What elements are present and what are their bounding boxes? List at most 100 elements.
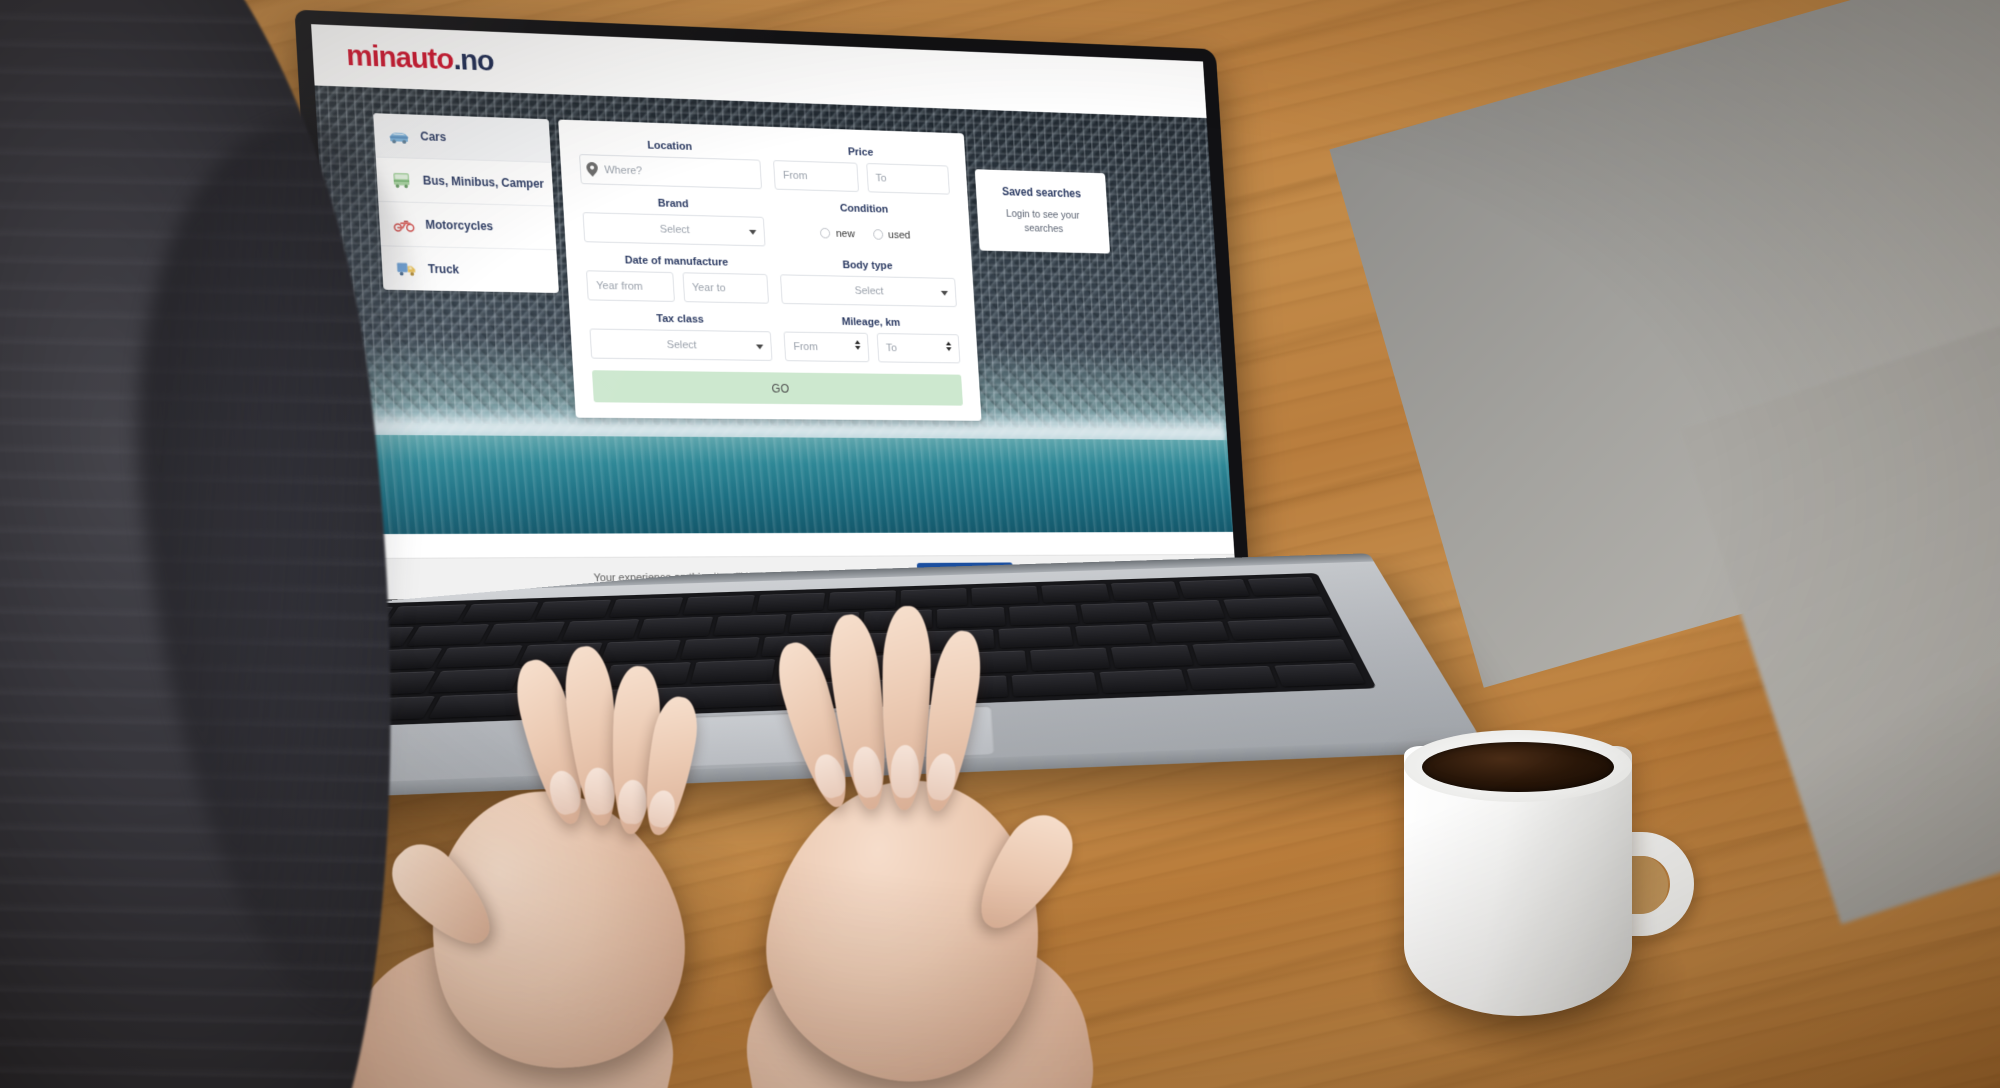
- body-type-label: Body type: [842, 259, 893, 273]
- fingernail: [617, 779, 648, 825]
- category-label: Truck: [427, 262, 460, 277]
- saved-searches-panel: Saved searches Login to see your searche…: [974, 169, 1111, 254]
- key: [535, 599, 612, 620]
- car-icon: [388, 126, 410, 144]
- bus-icon: [390, 171, 412, 189]
- price-from-input[interactable]: From: [773, 160, 859, 192]
- location-label: Location: [647, 139, 693, 153]
- hero-content: Cars Bus, Minibus, Camper Motorcycles Tr…: [315, 85, 1226, 422]
- price-label: Price: [847, 146, 874, 159]
- key: [1273, 662, 1366, 687]
- photo-scene: minauto.no Log In Register: [0, 0, 2000, 1088]
- language-selector[interactable]: EN: [1150, 126, 1198, 157]
- new-advert-button[interactable]: New advert: [1016, 119, 1141, 158]
- field-condition: Condition new used: [776, 201, 954, 251]
- right-hand: [700, 600, 1110, 1088]
- key: [1223, 596, 1331, 618]
- key: [1247, 577, 1320, 597]
- saved-searches-message: Login to see your searches: [1005, 208, 1080, 236]
- key: [609, 597, 684, 618]
- body-type-value: Select: [854, 284, 884, 297]
- price-to-placeholder: To: [875, 172, 887, 184]
- login-link[interactable]: Log In: [867, 124, 914, 139]
- condition-new-label: new: [835, 227, 856, 240]
- search-submit-button[interactable]: GO: [591, 370, 963, 406]
- brand-value: Select: [659, 223, 690, 236]
- condition-radio-new[interactable]: new: [820, 227, 856, 240]
- key: [561, 619, 639, 641]
- user-icon: [867, 125, 878, 137]
- tax-class-select[interactable]: Select: [589, 328, 773, 361]
- mileage-from-stepper[interactable]: From: [783, 331, 870, 363]
- category-label: Cars: [419, 129, 447, 145]
- fingernail: [890, 744, 920, 799]
- condition-used-label: used: [887, 229, 911, 241]
- login-label: Log In: [882, 125, 914, 139]
- chevron-down-icon: [748, 229, 757, 235]
- row-date-bodytype: Date of manufacture Year from Year to Bo…: [585, 254, 957, 308]
- field-location: Location Where?: [578, 138, 763, 190]
- field-price: Price From To: [772, 144, 950, 195]
- field-body-type: Body type Select: [779, 258, 957, 308]
- key: [1152, 600, 1225, 621]
- key: [1099, 668, 1188, 694]
- search-form: Location Where? Price From To Brand Sele…: [558, 119, 982, 421]
- row-taxclass-mileage: Tax class Select Mileage, km From To: [588, 312, 961, 364]
- year-from-input[interactable]: Year from: [585, 270, 675, 302]
- key: [1075, 623, 1152, 646]
- body-type-select[interactable]: Select: [780, 274, 957, 308]
- user-plus-icon: [936, 128, 949, 140]
- date-label: Date of manufacture: [624, 254, 729, 269]
- category-label: Bus, Minibus, Camper: [422, 173, 545, 191]
- key: [1187, 665, 1277, 690]
- tax-class-label: Tax class: [656, 313, 705, 326]
- logo-text-tld: .no: [452, 43, 495, 78]
- header-actions: Log In Register New advert: [842, 104, 1210, 168]
- register-label: Register: [954, 127, 996, 141]
- year-to-placeholder: Year to: [691, 281, 726, 294]
- category-item-cars[interactable]: Cars: [373, 113, 552, 163]
- condition-radio-group: new used: [777, 217, 954, 251]
- hero-forest-texture: [314, 85, 1227, 430]
- condition-label: Condition: [839, 202, 889, 216]
- stepper-arrows-icon[interactable]: [854, 340, 861, 350]
- hero-snow-shore: [332, 400, 1228, 450]
- right-finger-ring: [880, 605, 932, 811]
- year-to-input[interactable]: Year to: [681, 272, 770, 304]
- category-item-bus[interactable]: Bus, Minibus, Camper: [375, 157, 554, 207]
- radio-circle-icon: [820, 227, 831, 239]
- plus-circle-icon: [1040, 130, 1053, 144]
- price-from-placeholder: From: [782, 169, 808, 182]
- key: [1081, 602, 1153, 623]
- saved-searches-title: Saved searches: [1001, 184, 1082, 201]
- new-advert-label: New advert: [1058, 131, 1119, 147]
- fingernail: [810, 750, 849, 801]
- brand-label: Brand: [657, 197, 689, 211]
- mileage-to-stepper[interactable]: To: [876, 333, 961, 364]
- year-from-placeholder: Year from: [595, 279, 644, 293]
- chevron-down-icon: [755, 344, 764, 350]
- map-pin-icon: [586, 161, 599, 177]
- chevron-down-icon: [1180, 139, 1188, 145]
- register-link[interactable]: Register: [936, 127, 996, 142]
- category-label: Motorcycles: [425, 217, 494, 234]
- site-logo[interactable]: minauto.no: [345, 39, 494, 78]
- location-input[interactable]: Where?: [579, 154, 763, 190]
- field-date-of-manufacture: Date of manufacture Year from Year to: [585, 254, 770, 304]
- mileage-to-placeholder: To: [885, 342, 898, 354]
- site-header: minauto.no: [311, 24, 1207, 119]
- radio-circle-icon: [872, 229, 884, 240]
- key: [1151, 621, 1229, 643]
- stepper-arrows-icon[interactable]: [945, 341, 952, 352]
- field-brand: Brand Select: [582, 196, 766, 247]
- key: [1226, 617, 1342, 641]
- fingernail: [582, 766, 616, 817]
- price-to-input[interactable]: To: [865, 163, 950, 195]
- fingernail: [646, 788, 678, 829]
- brand-select[interactable]: Select: [582, 212, 766, 247]
- condition-radio-used[interactable]: used: [872, 229, 911, 241]
- mileage-label: Mileage, km: [841, 316, 901, 329]
- key: [1110, 581, 1180, 601]
- key: [1179, 579, 1250, 599]
- key: [1111, 644, 1194, 668]
